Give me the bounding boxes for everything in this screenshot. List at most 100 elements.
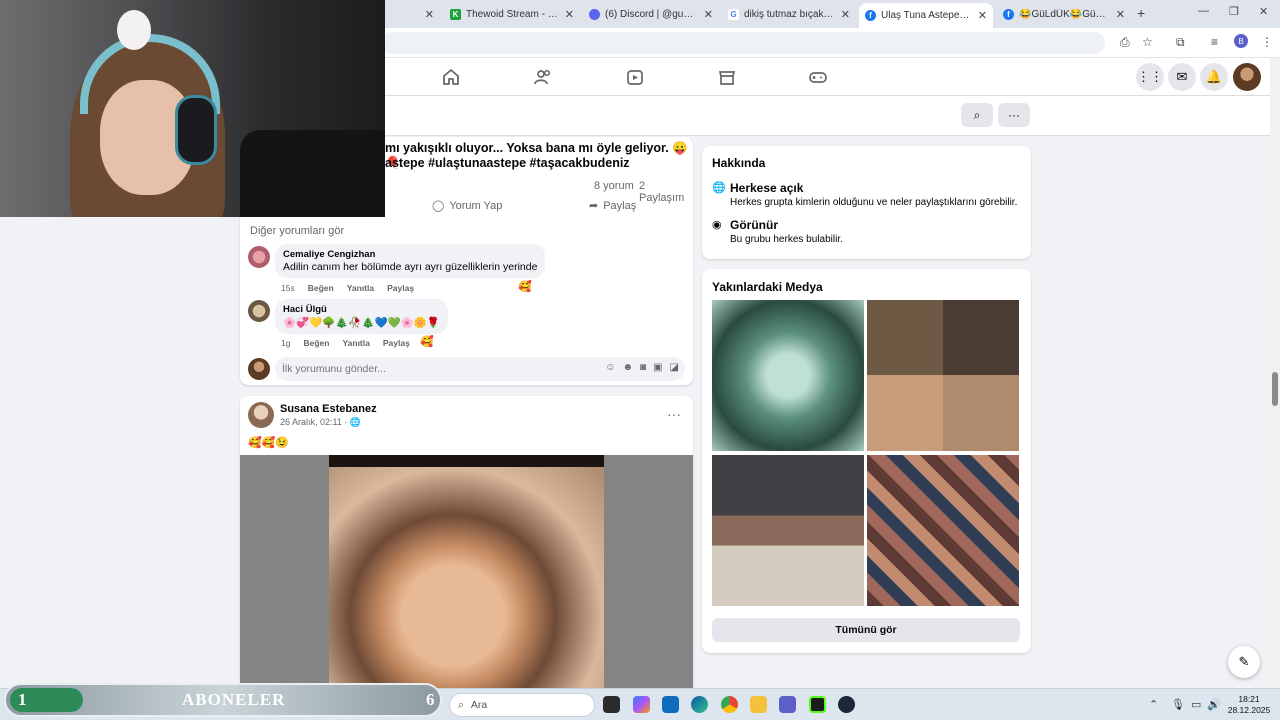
- outlook-icon[interactable]: [662, 696, 679, 713]
- new-tab-button[interactable]: +: [1137, 5, 1145, 21]
- reply-comment-button[interactable]: Yanıtla: [342, 338, 369, 348]
- scrollbar-thumb[interactable]: [1272, 372, 1278, 406]
- like-comment-button[interactable]: Beğen: [308, 283, 334, 293]
- share-comment-button[interactable]: Paylaş: [383, 338, 410, 348]
- taskbar-search[interactable]: ⌕ Ara: [449, 693, 595, 717]
- steam-icon[interactable]: [838, 696, 855, 713]
- sticker-icon[interactable]: ◪: [670, 362, 679, 373]
- search-icon[interactable]: ⌕: [961, 103, 993, 127]
- browser-profile-avatar[interactable]: B: [1234, 34, 1248, 48]
- media-thumbnail[interactable]: [712, 300, 864, 451]
- extensions-icon[interactable]: ⧉: [1176, 35, 1185, 50]
- author-avatar[interactable]: [248, 402, 274, 428]
- commenter-name[interactable]: Cemaliye Cengizhan: [283, 249, 537, 260]
- gif-icon[interactable]: ▣: [653, 362, 662, 373]
- media-thumbnail[interactable]: [867, 300, 1019, 451]
- profile-avatar[interactable]: [1233, 63, 1261, 91]
- media-card: Yakınlardaki Medya Tümünü gör: [702, 269, 1031, 653]
- browser-tab[interactable]: KThewoid Stream - Watch✕: [444, 3, 580, 25]
- emoji-icon[interactable]: ☻: [623, 362, 634, 373]
- chrome-icon[interactable]: [721, 696, 738, 713]
- media-collage-part: [867, 375, 1019, 451]
- friends-icon[interactable]: [533, 67, 553, 87]
- subscriber-count: 1: [18, 690, 27, 709]
- post-options-icon[interactable]: ···: [667, 406, 681, 422]
- task-view-icon[interactable]: [603, 696, 620, 713]
- kick-favicon-icon: K: [450, 8, 461, 20]
- network-icon[interactable]: ▭: [1191, 698, 1201, 711]
- media-thumbnail[interactable]: [867, 455, 1019, 606]
- commenter-avatar[interactable]: [248, 300, 270, 322]
- media-thumbnail[interactable]: [712, 455, 864, 606]
- comment-input[interactable]: [275, 357, 575, 381]
- notifications-bell-icon[interactable]: 🔔: [1200, 63, 1228, 91]
- browser-tab[interactable]: Gdikiş tutmaz bıçak - Goog✕: [722, 3, 856, 25]
- about-card: Hakkında 🌐 Herkese açık Herkes grupta ki…: [702, 146, 1031, 259]
- globe-icon: 🌐: [712, 182, 726, 194]
- close-tab-icon[interactable]: ✕: [704, 8, 713, 21]
- view-more-comments-link[interactable]: Diğer yorumları gör: [250, 225, 344, 237]
- comment-text: 🌸💞💛🌳🎄🥀🎄💙💚🌸🌼🌹: [283, 317, 440, 329]
- post-date[interactable]: 26 Aralık, 02:11 · 🌐: [280, 417, 361, 428]
- discord-favicon-icon: [589, 8, 600, 20]
- new-message-button[interactable]: ✎: [1228, 646, 1260, 678]
- restore-icon[interactable]: ❐: [1229, 5, 1239, 18]
- commenter-avatar[interactable]: [248, 246, 270, 268]
- avatar-sticker-icon[interactable]: ☺: [605, 362, 615, 373]
- microphone-icon[interactable]: 🎙: [1171, 698, 1185, 711]
- comments-count[interactable]: 8 yorum: [594, 180, 634, 192]
- page-scrollbar[interactable]: [1270, 58, 1280, 688]
- volume-icon[interactable]: 🔊: [1207, 698, 1221, 711]
- comment-bubble: Haci Ülgü 🌸💞💛🌳🎄🥀🎄💙💚🌸🌼🌹: [275, 299, 448, 334]
- browser-menu-icon[interactable]: ⋮: [1261, 35, 1273, 49]
- minimize-icon[interactable]: —: [1198, 5, 1209, 17]
- address-bar[interactable]: [380, 32, 1105, 54]
- share-button[interactable]: ➦ Paylaş: [589, 199, 636, 213]
- comment-reaction-icon[interactable]: 🥰: [420, 335, 434, 348]
- bookmark-star-icon[interactable]: ☆: [1142, 35, 1153, 49]
- post-author[interactable]: Susana Estebanez: [280, 403, 377, 415]
- visibility-desc: Bu grubu herkes bulabilir.: [730, 234, 843, 245]
- shares-count[interactable]: 2 Paylaşım: [639, 180, 693, 204]
- marketplace-icon[interactable]: [717, 67, 737, 87]
- browser-tab[interactable]: f😂GüLdÜK😂GüLdÜrDü✕: [997, 3, 1131, 25]
- video-icon[interactable]: [625, 67, 645, 87]
- media-controls-icon[interactable]: ≡: [1211, 35, 1218, 49]
- close-tab-icon[interactable]: ✕: [565, 8, 574, 21]
- edit-icon: ✎: [1238, 654, 1250, 669]
- share-comment-button[interactable]: Paylaş: [387, 283, 414, 293]
- edge-icon[interactable]: [691, 696, 708, 713]
- close-tab-icon[interactable]: ✕: [978, 9, 987, 22]
- comment-bubble-icon: ◯: [432, 200, 445, 212]
- messenger-icon[interactable]: ✉: [1168, 63, 1196, 91]
- like-comment-button[interactable]: Beğen: [303, 338, 329, 348]
- facebook-favicon-icon: f: [865, 10, 876, 21]
- close-tab-icon[interactable]: ✕: [841, 8, 850, 21]
- reply-comment-button[interactable]: Yanıtla: [347, 283, 374, 293]
- copilot-icon[interactable]: [633, 696, 650, 713]
- browser-tab[interactable]: (6) Discord | @gumburtu✕: [583, 3, 719, 25]
- close-window-icon[interactable]: ✕: [1259, 5, 1268, 18]
- comment-reaction-icon[interactable]: 🥰: [518, 280, 532, 293]
- close-tab-icon[interactable]: ✕: [425, 8, 434, 21]
- kick-app-icon[interactable]: [809, 696, 826, 713]
- browser-tab-active[interactable]: fUlaş Tuna Astepe💞 | Fac✕: [859, 3, 993, 28]
- show-hidden-icons-icon[interactable]: ⌃: [1149, 698, 1158, 711]
- camera-icon[interactable]: ◙: [640, 362, 646, 373]
- gaming-icon[interactable]: [808, 67, 828, 87]
- menu-grid-icon[interactable]: ⋮⋮: [1136, 63, 1164, 91]
- browser-tab[interactable]: ✕: [388, 3, 440, 25]
- close-tab-icon[interactable]: ✕: [1116, 8, 1125, 21]
- more-options-icon[interactable]: ···: [998, 103, 1030, 127]
- post-photo[interactable]: [240, 455, 693, 696]
- install-app-icon[interactable]: ⎙: [1120, 35, 1130, 50]
- commenter-name[interactable]: Haci Ülgü: [283, 304, 440, 315]
- see-all-button[interactable]: Tümünü gör: [712, 618, 1020, 642]
- teams-icon[interactable]: [779, 696, 796, 713]
- home-icon[interactable]: [441, 67, 461, 87]
- comment-button[interactable]: ◯ Yorum Yap: [432, 199, 502, 213]
- comment-time[interactable]: 15s: [281, 283, 295, 293]
- comment-time[interactable]: 1g: [281, 338, 290, 348]
- file-explorer-icon[interactable]: [750, 696, 767, 713]
- system-clock[interactable]: 18:21 28.12.2025: [1226, 694, 1272, 716]
